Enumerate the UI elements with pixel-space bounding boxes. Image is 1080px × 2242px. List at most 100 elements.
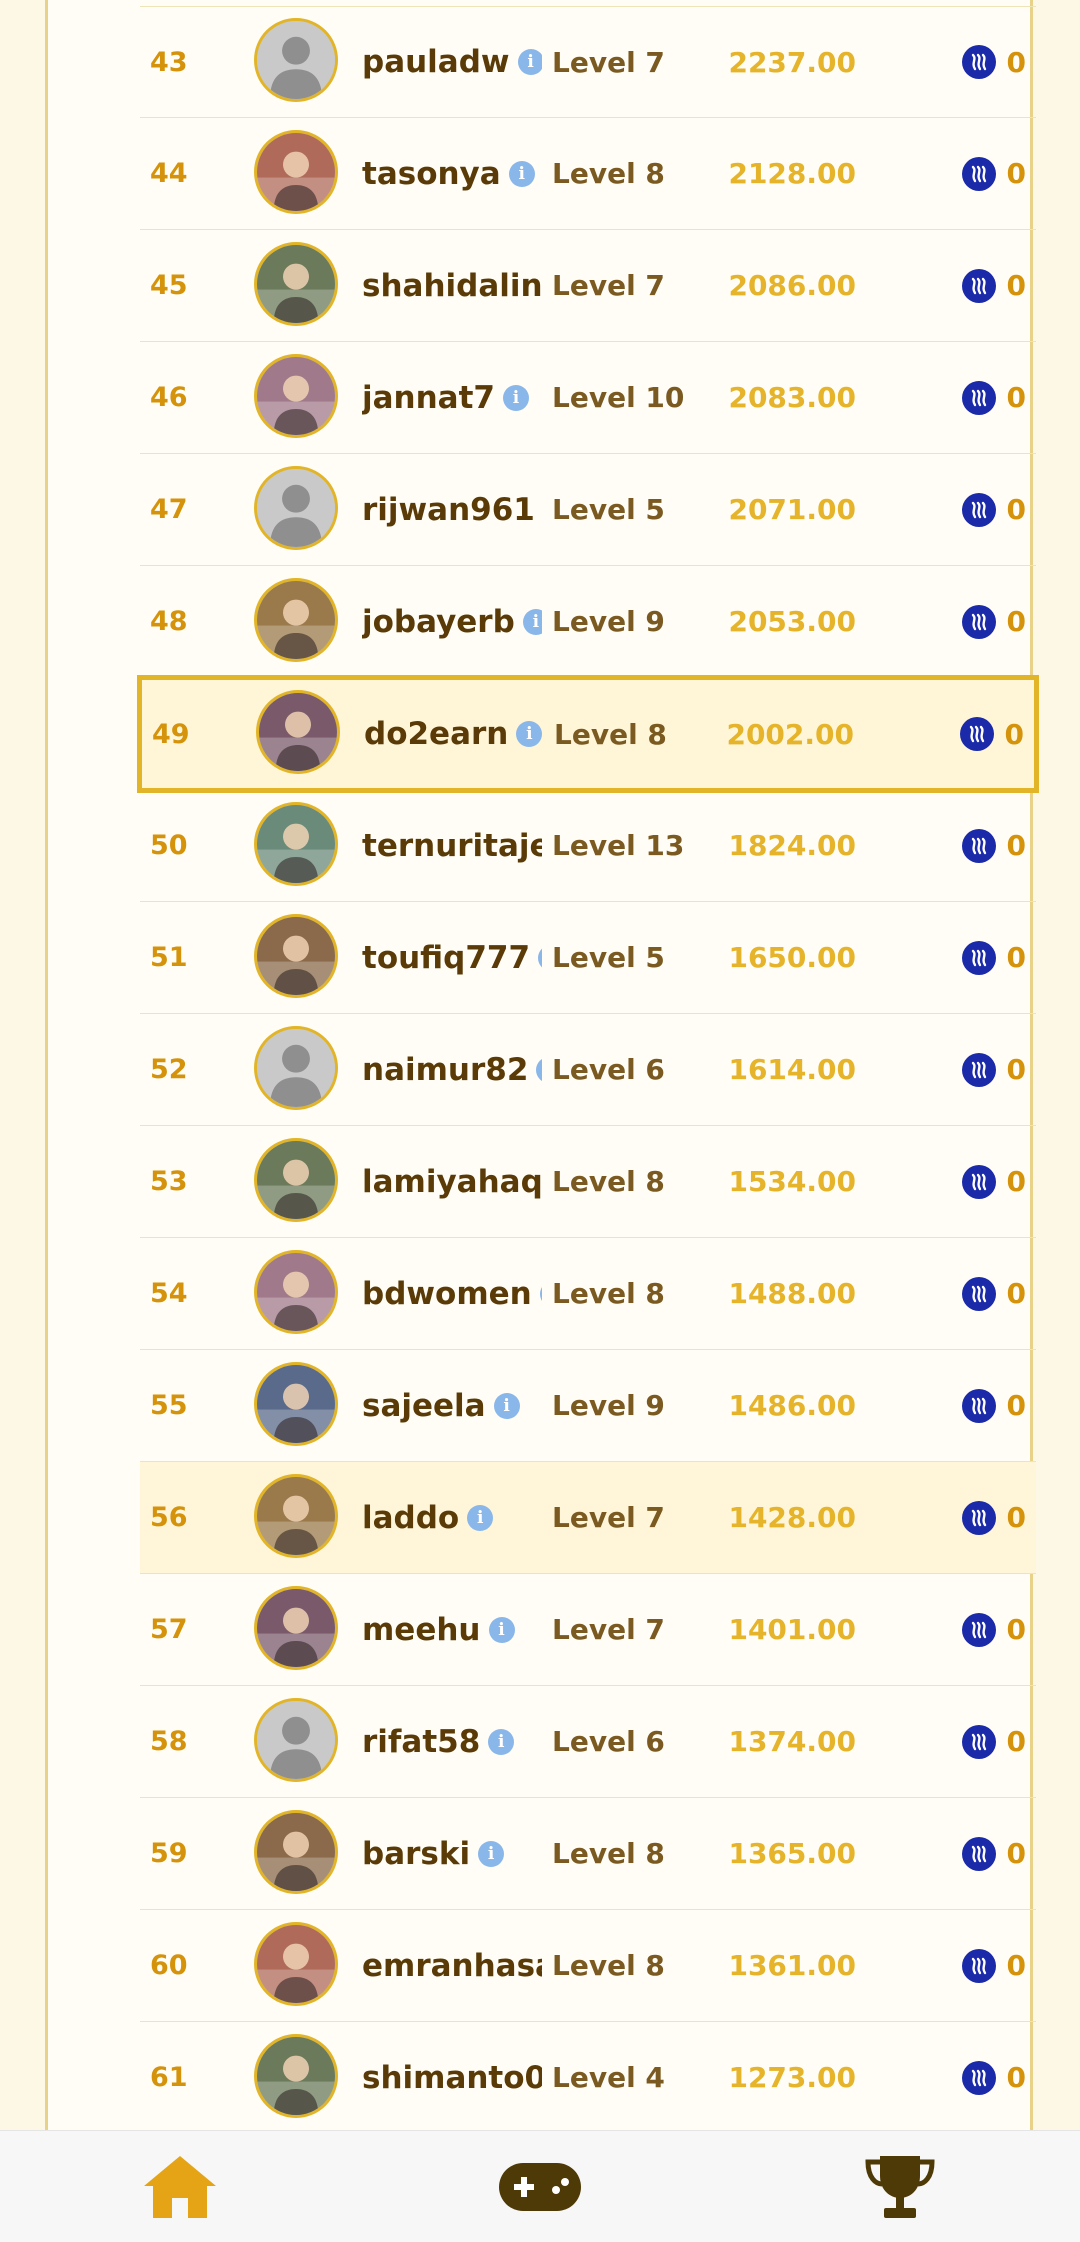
level-label: Level 9 [552, 605, 665, 638]
leaderboard-row[interactable]: 59 barski i Level 8 1365.00 0 [140, 1798, 1036, 1910]
user-photo-icon [257, 356, 335, 435]
rank-number: 45 [150, 270, 188, 301]
steem-icon [962, 604, 996, 639]
rank-number: 50 [150, 830, 188, 861]
username[interactable]: meehu i [362, 1574, 542, 1685]
info-icon[interactable]: i [508, 160, 535, 187]
info-icon[interactable]: i [488, 1616, 515, 1643]
avatar[interactable] [254, 1809, 338, 1894]
avatar[interactable] [254, 1361, 338, 1446]
avatar[interactable] [254, 465, 338, 550]
leaderboard-row[interactable]: 51 toufiq777 i Level 5 1650.00 0 [140, 902, 1036, 1014]
avatar[interactable] [254, 801, 338, 886]
avatar[interactable] [254, 129, 338, 214]
leaderboard-row[interactable]: 44 tasonya i Level 8 2128.00 0 [140, 118, 1036, 230]
username[interactable]: lamiyahaqui [362, 1126, 542, 1237]
avatar[interactable] [256, 690, 340, 774]
info-icon[interactable]: i [539, 1280, 542, 1307]
username[interactable]: ternuritajesi [362, 790, 542, 901]
avatar[interactable] [254, 1473, 338, 1558]
leaderboard-row[interactable]: 53 lamiyahaqui Level 8 1534.00 0 [140, 1126, 1036, 1238]
avatar[interactable] [254, 1697, 338, 1782]
username[interactable]: do2earn i [364, 680, 544, 788]
avatar[interactable] [254, 1249, 338, 1334]
score-value: 2071.00 [728, 493, 856, 526]
username[interactable]: pauladw i [362, 7, 542, 117]
username[interactable]: emranhasai [362, 1910, 542, 2021]
avatar[interactable] [254, 2033, 338, 2118]
username[interactable]: jannat7 i [362, 342, 542, 453]
user-photo-icon [257, 1140, 335, 1219]
username[interactable]: tasonya i [362, 118, 542, 229]
info-icon[interactable]: i [478, 1840, 505, 1867]
avatar[interactable] [254, 1921, 338, 2006]
info-icon[interactable]: i [488, 1728, 515, 1755]
info-icon[interactable]: i [467, 1504, 494, 1531]
avatar[interactable] [254, 18, 338, 102]
score-value: 1488.00 [728, 1277, 856, 1310]
username[interactable]: barski i [362, 1798, 542, 1909]
info-icon[interactable]: i [522, 608, 542, 635]
avatar[interactable] [254, 1585, 338, 1670]
reward-value: 0 [1006, 1949, 1026, 1982]
username[interactable]: bdwomen i [362, 1238, 542, 1349]
avatar[interactable] [254, 577, 338, 662]
info-icon[interactable]: i [538, 944, 542, 971]
info-icon[interactable]: i [503, 384, 529, 411]
leaderboard-row[interactable]: 55 sajeela i Level 9 1486.00 0 [140, 1350, 1036, 1462]
leaderboard-row[interactable]: 60 emranhasai Level 8 1361.00 0 [140, 1910, 1036, 2022]
username[interactable]: shimanto0i [362, 2022, 542, 2133]
leaderboard-row[interactable]: 50 ternuritajesi Level 13 1824.00 0 [140, 790, 1036, 902]
level-label: Level 7 [552, 45, 665, 79]
leaderboard-row[interactable]: 58 rifat58 i Level 6 1374.00 0 [140, 1686, 1036, 1798]
score-value: 1361.00 [728, 1949, 856, 1982]
score-value: 1534.00 [728, 1165, 856, 1198]
info-icon[interactable]: i [517, 49, 542, 75]
gamepad-icon [499, 2162, 581, 2211]
rank-number: 49 [152, 718, 190, 750]
info-icon[interactable]: i [493, 1392, 520, 1419]
leaderboard-row[interactable]: 48 jobayerb i Level 9 2053.00 0 [140, 566, 1036, 678]
reward-value: 0 [1006, 1165, 1026, 1198]
username-text: toufiq777 [362, 939, 531, 976]
current-user-row[interactable]: 49 do2earn i Level 8 2002.00 0 [137, 675, 1039, 793]
leaderboard-row[interactable]: 52 naimur82 i Level 6 1614.00 0 [140, 1014, 1036, 1126]
leaderboard-row[interactable]: 45 shahidalinai Level 7 2086.00 0 [140, 230, 1036, 342]
rank-number: 53 [150, 1166, 188, 1197]
username[interactable]: rijwan961i [362, 454, 542, 565]
steem-icon [962, 1612, 996, 1647]
username[interactable]: jobayerb i [362, 566, 542, 677]
username[interactable]: rifat58 i [362, 1686, 542, 1797]
nav-games-button[interactable] [460, 2137, 620, 2237]
leaderboard-row[interactable]: 54 bdwomen i Level 8 1488.00 0 [140, 1238, 1036, 1350]
level-label: Level 8 [554, 717, 667, 751]
username-text: shimanto0 [362, 2059, 542, 2096]
reward-value: 0 [1006, 381, 1026, 414]
nav-leaderboard-button[interactable] [820, 2137, 980, 2237]
leaderboard-row[interactable]: 56 laddo i Level 7 1428.00 0 [140, 1462, 1036, 1574]
avatar[interactable] [254, 1025, 338, 1110]
username[interactable]: shahidalinai [362, 230, 542, 341]
avatar[interactable] [254, 353, 338, 438]
score-value: 1486.00 [728, 1389, 856, 1422]
leaderboard-row[interactable]: 47 rijwan961i Level 5 2071.00 0 [140, 454, 1036, 566]
leaderboard-row[interactable]: 46 jannat7 i Level 10 2083.00 0 [140, 342, 1036, 454]
leaderboard-row[interactable]: 57 meehu i Level 7 1401.00 0 [140, 1574, 1036, 1686]
info-icon[interactable]: i [536, 1056, 542, 1083]
username[interactable]: laddo i [362, 1462, 542, 1573]
username[interactable]: sajeela i [362, 1350, 542, 1461]
avatar[interactable] [254, 241, 338, 326]
leaderboard-row[interactable]: 61 shimanto0i Level 4 1273.00 0 [140, 2022, 1036, 2134]
leaderboard-row[interactable]: 43 pauladw i Level 7 2237.00 0 [140, 6, 1036, 118]
username-text: sajeela [362, 1387, 486, 1424]
rank-number: 51 [150, 942, 188, 973]
username[interactable]: toufiq777 i [362, 902, 542, 1013]
score-value: 1650.00 [728, 941, 856, 974]
username-text: lamiyahaqu [362, 1163, 542, 1200]
rank-number: 46 [150, 382, 188, 413]
nav-home-button[interactable] [100, 2137, 260, 2237]
username[interactable]: naimur82 i [362, 1014, 542, 1125]
info-icon[interactable]: i [516, 721, 543, 747]
avatar[interactable] [254, 1137, 338, 1222]
avatar[interactable] [254, 913, 338, 998]
